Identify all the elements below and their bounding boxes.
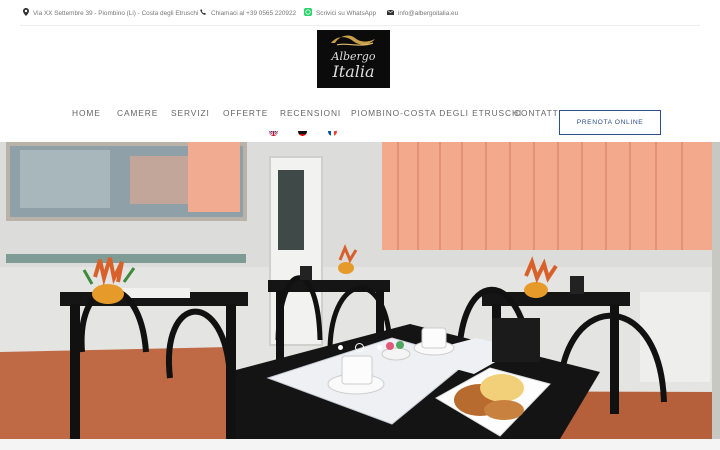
nav-item-home[interactable]: HOME (72, 108, 101, 118)
albergo-italia-logo[interactable]: Albergo Italia (317, 30, 390, 88)
whatsapp-item[interactable]: Scrivici su WhatsApp (304, 7, 376, 19)
german-flag-icon[interactable] (298, 127, 307, 136)
topbar-divider (20, 25, 700, 26)
nav-item-piombino[interactable]: PIOMBINO-COSTA DEGLI ETRUSCHI (351, 108, 522, 118)
whatsapp-text: Scrivici su WhatsApp (316, 9, 377, 17)
slider-dot-2-active[interactable] (355, 343, 364, 352)
hero-slider[interactable] (0, 142, 720, 439)
slider-dot-1[interactable] (338, 345, 343, 350)
nav-item-recensioni[interactable]: RECENSIONI (280, 108, 341, 118)
phone-icon (200, 8, 207, 18)
address-item: Via XX Settembre 39 - Piombino (Li) - Co… (23, 7, 198, 19)
logo-line2: Italia (332, 62, 375, 81)
nav-item-offerte[interactable]: OFFERTE (223, 108, 268, 118)
french-flag-icon[interactable] (328, 127, 337, 136)
nav-item-servizi[interactable]: SERVIZI (171, 108, 210, 118)
phone-text: Chiamaci al +39 0565 220922 (211, 9, 297, 17)
email-text: info@albergoitalia.eu (398, 9, 459, 17)
whatsapp-icon (304, 8, 312, 18)
book-online-button[interactable]: PRENOTA ONLINE (559, 110, 661, 135)
email-item[interactable]: info@albergoitalia.eu (386, 7, 459, 19)
breakfast-room-image (0, 142, 720, 439)
bottom-strip (0, 439, 720, 450)
envelope-icon (386, 9, 395, 17)
address-text: Via XX Settembre 39 - Piombino (Li) - Co… (33, 9, 199, 17)
nav-item-camere[interactable]: CAMERE (117, 108, 158, 118)
nav-item-contatti[interactable]: CONTATTI (514, 108, 562, 118)
phone-item[interactable]: Chiamaci al +39 0565 220922 (200, 7, 296, 19)
location-pin-icon (23, 8, 29, 18)
gold-swirl-icon (331, 35, 375, 46)
english-flag-icon[interactable] (269, 127, 278, 136)
top-info-bar: Via XX Settembre 39 - Piombino (Li) - Co… (0, 0, 720, 26)
slider-dot-3[interactable] (377, 345, 382, 350)
